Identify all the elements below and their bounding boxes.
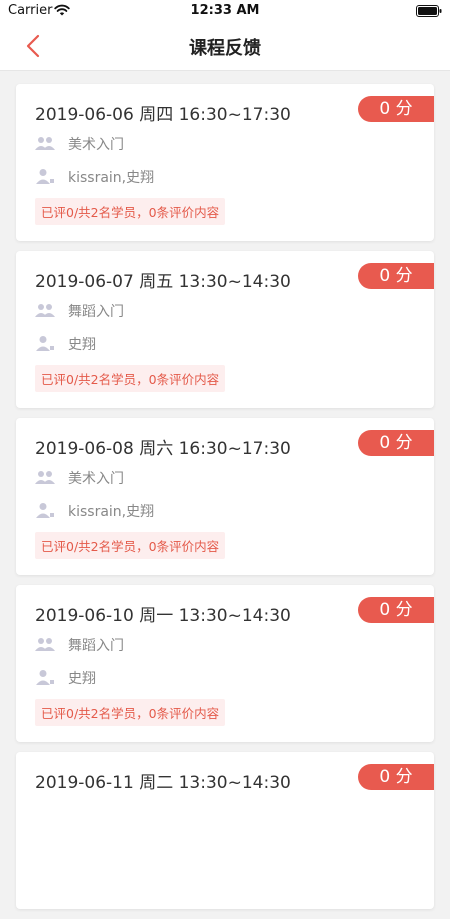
teacher-icon <box>36 169 54 184</box>
page-title: 课程反馈 <box>189 38 261 59</box>
review-status-badge: 已评0/共2名学员，0条评价内容 <box>35 532 226 559</box>
score-badge: 0 分 <box>358 597 434 623</box>
score-badge: 0 分 <box>358 96 434 122</box>
course-name: 舞蹈入门 <box>68 304 124 320</box>
group-icon <box>35 304 55 317</box>
review-status-badge: 已评0/共2名学员，0条评价内容 <box>35 365 226 392</box>
battery-icon <box>416 5 442 17</box>
score-badge: 0 分 <box>358 430 434 456</box>
teacher-icon <box>36 670 54 685</box>
score-badge: 0 分 <box>358 263 434 289</box>
teacher-names: 史翔 <box>68 671 96 687</box>
course-card[interactable]: 2019-06-06 周四 16:30~17:30 0 分 美术入门 kissr… <box>16 84 434 241</box>
course-name: 美术入门 <box>68 471 124 487</box>
score-badge: 0 分 <box>358 764 434 790</box>
status-time: 12:33 AM <box>190 3 260 18</box>
course-datetime: 2019-06-10 周一 13:30~14:30 <box>35 606 291 626</box>
course-datetime: 2019-06-08 周六 16:30~17:30 <box>35 439 291 459</box>
teacher-names: kissrain,史翔 <box>68 170 155 186</box>
review-status-badge: 已评0/共2名学员，0条评价内容 <box>35 198 226 225</box>
group-icon <box>35 137 55 150</box>
course-datetime: 2019-06-11 周二 13:30~14:30 <box>35 773 291 793</box>
teacher-icon <box>36 503 54 518</box>
teacher-icon <box>36 336 54 351</box>
nav-bar: 课程反馈 <box>0 22 450 71</box>
course-name: 美术入门 <box>68 137 124 153</box>
group-icon <box>35 638 55 651</box>
course-name: 舞蹈入门 <box>68 638 124 654</box>
course-card[interactable]: 2019-06-07 周五 13:30~14:30 0 分 舞蹈入门 史翔 已评… <box>16 251 434 408</box>
feedback-list: 2019-06-06 周四 16:30~17:30 0 分 美术入门 kissr… <box>16 84 434 919</box>
course-datetime: 2019-06-07 周五 13:30~14:30 <box>35 272 291 292</box>
teacher-names: 史翔 <box>68 337 96 353</box>
course-card[interactable]: 2019-06-08 周六 16:30~17:30 0 分 美术入门 kissr… <box>16 418 434 575</box>
course-card[interactable]: 2019-06-11 周二 13:30~14:30 0 分 <box>16 752 434 909</box>
review-status-badge: 已评0/共2名学员，0条评价内容 <box>35 699 226 726</box>
status-bar: Carrier 12:33 AM <box>0 0 450 22</box>
group-icon <box>35 471 55 484</box>
course-datetime: 2019-06-06 周四 16:30~17:30 <box>35 105 291 125</box>
course-card[interactable]: 2019-06-10 周一 13:30~14:30 0 分 舞蹈入门 史翔 已评… <box>16 585 434 742</box>
teacher-names: kissrain,史翔 <box>68 504 155 520</box>
